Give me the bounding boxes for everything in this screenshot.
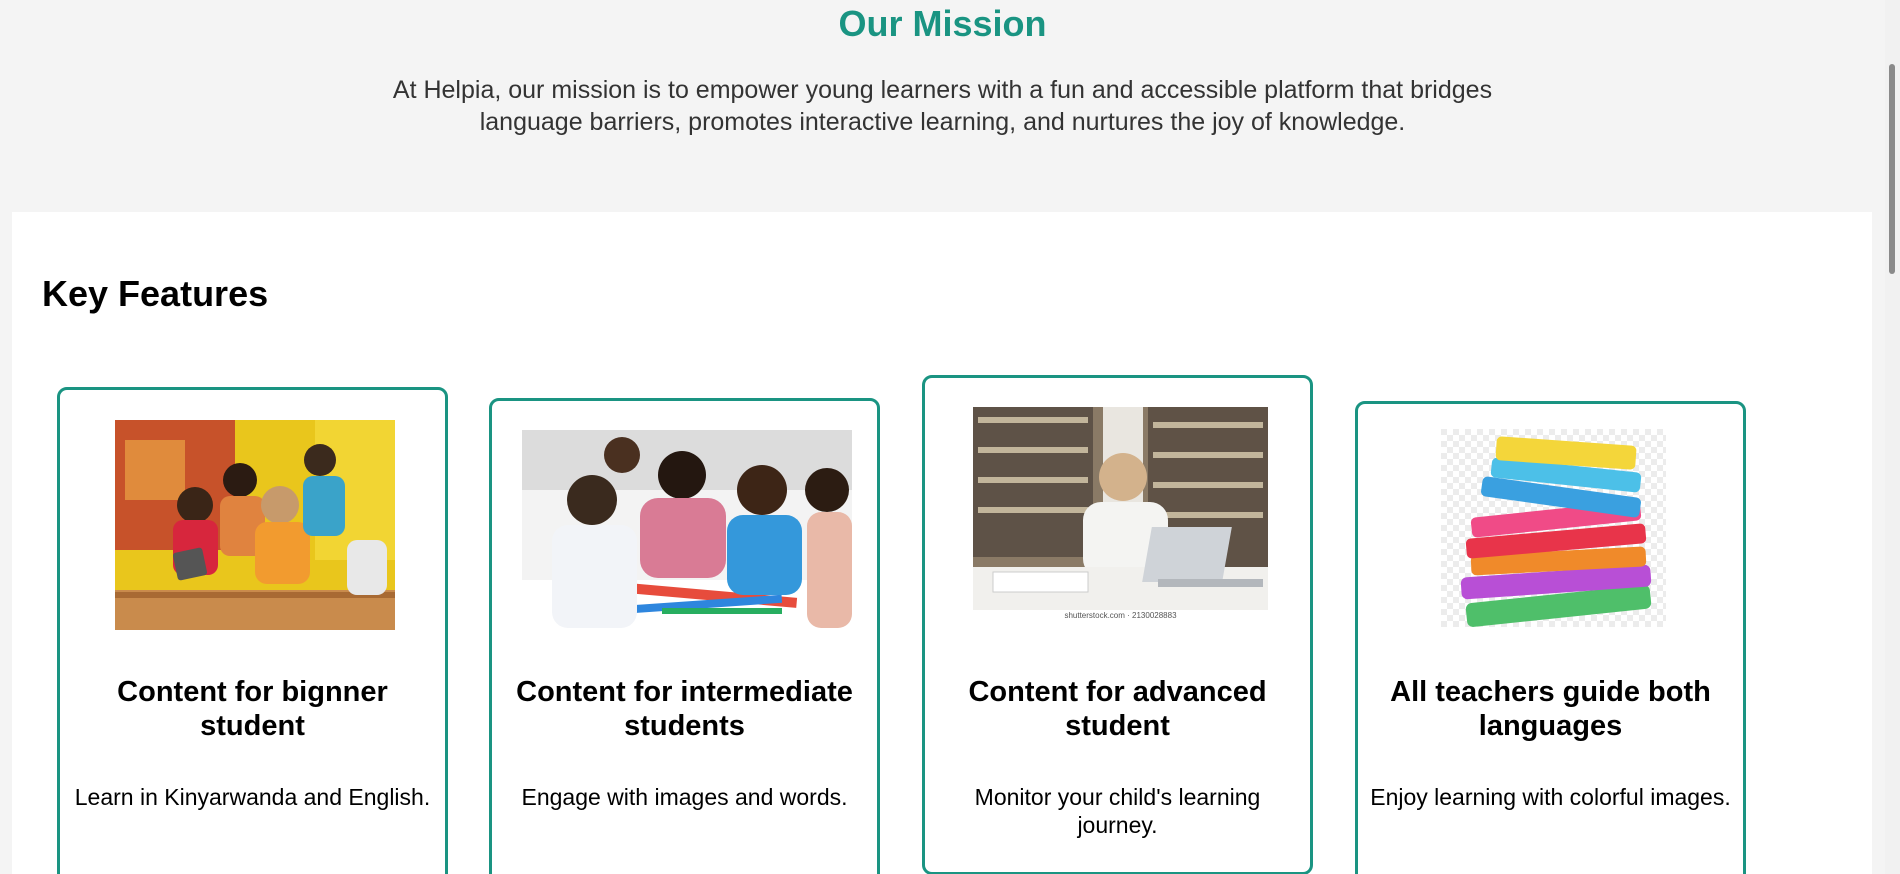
page: Our Mission At Helpia, our mission is to… — [0, 0, 1900, 874]
feature-card-title: Content for intermediate students — [516, 676, 853, 742]
feature-card-description: Enjoy learning with colorful images. — [1370, 784, 1731, 810]
children-with-tablet-image — [115, 420, 395, 630]
feature-card-teachers: All teachers guide both languages Enjoy … — [1355, 401, 1746, 874]
feature-card-description: Learn in Kinyarwanda and English. — [74, 784, 431, 810]
feature-card-description: Engage with images and words. — [521, 784, 848, 810]
feature-card-intermediate: Content for intermediate students Engage… — [489, 398, 880, 874]
feature-card-beginner: Content for bignner student Learn in Kin… — [57, 387, 448, 874]
student-studying-library-image: shutterstock.com · 2130028883 — [973, 407, 1268, 622]
vertical-scrollbar[interactable] — [1885, 0, 1900, 874]
feature-card-title: Content for bignner student — [117, 676, 388, 742]
feature-card-title: All teachers guide both languages — [1390, 676, 1711, 742]
mission-text: At Helpia, our mission is to empower you… — [392, 76, 1493, 136]
children-drawing-image — [522, 430, 852, 628]
feature-card-title: Content for advanced student — [968, 676, 1267, 742]
feature-card-description: Monitor your child's learning journey. — [974, 784, 1261, 838]
feature-card-advanced: shutterstock.com · 2130028883 Content fo… — [922, 375, 1313, 874]
features-title: Key Features — [42, 273, 269, 314]
image-caption: shutterstock.com · 2130028883 — [973, 610, 1268, 622]
mission-title: Our Mission — [838, 3, 1047, 44]
stack-of-books-image — [1441, 429, 1666, 627]
scrollbar-thumb[interactable] — [1889, 64, 1895, 274]
mission-section: Our Mission At Helpia, our mission is to… — [0, 0, 1885, 212]
features-section: Key Features Content for bignner student… — [12, 212, 1872, 874]
